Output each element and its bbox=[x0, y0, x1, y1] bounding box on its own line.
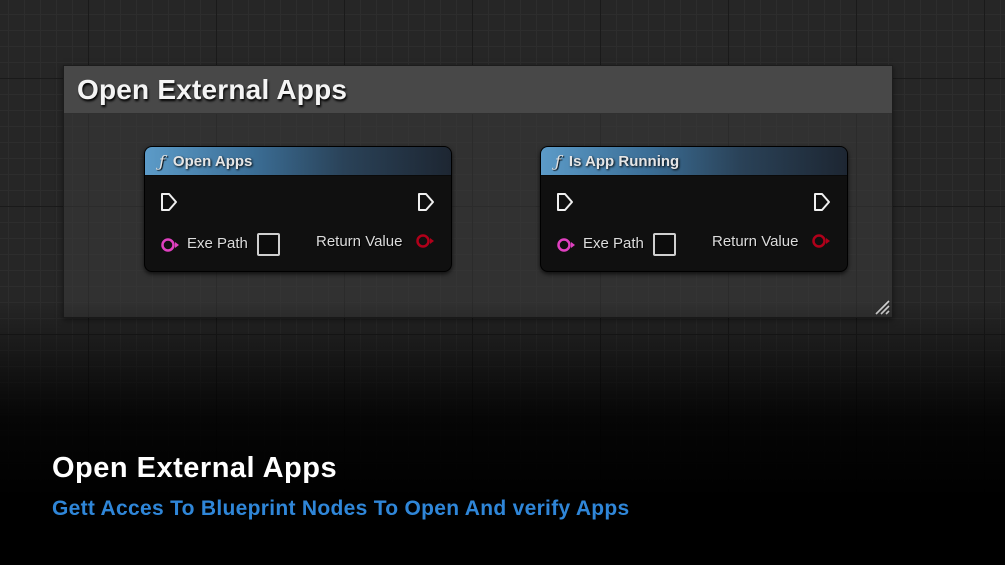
caption-title: Open External Apps bbox=[52, 452, 338, 484]
string-pin-icon[interactable] bbox=[160, 237, 180, 253]
bool-pin-icon[interactable] bbox=[811, 233, 831, 249]
exe-path-label: Exe Path bbox=[583, 235, 644, 252]
caption-subtitle: Gett Acces To Blueprint Nodes To Open An… bbox=[52, 497, 630, 520]
exe-path-checkbox[interactable] bbox=[653, 233, 676, 256]
comment-header[interactable]: Open External Apps bbox=[64, 66, 892, 114]
node-is-app-running[interactable]: ƒ Is App Running Exe Path Return Value bbox=[540, 146, 848, 272]
exec-output-pin-icon[interactable] bbox=[417, 192, 435, 212]
exe-path-label: Exe Path bbox=[187, 235, 248, 252]
return-value-label: Return Value bbox=[712, 233, 799, 250]
node-title: Open Apps bbox=[172, 152, 253, 170]
exec-input-pin-icon[interactable] bbox=[160, 192, 178, 212]
exec-output-pin-icon[interactable] bbox=[813, 192, 831, 212]
node-header[interactable]: ƒ Is App Running bbox=[541, 147, 847, 176]
exec-input-pin-icon[interactable] bbox=[556, 192, 574, 212]
node-open-apps[interactable]: ƒ Open Apps Exe Path Return Value bbox=[144, 146, 452, 272]
exe-path-checkbox[interactable] bbox=[257, 233, 280, 256]
function-icon: ƒ bbox=[555, 151, 561, 171]
node-title: Is App Running bbox=[568, 152, 680, 170]
string-pin-icon[interactable] bbox=[556, 237, 576, 253]
node-header[interactable]: ƒ Open Apps bbox=[145, 147, 451, 176]
return-value-label: Return Value bbox=[316, 233, 403, 250]
comment-title[interactable]: Open External Apps bbox=[77, 74, 347, 106]
bool-pin-icon[interactable] bbox=[415, 233, 435, 249]
function-icon: ƒ bbox=[159, 151, 165, 171]
caption-overlay bbox=[0, 300, 1005, 565]
